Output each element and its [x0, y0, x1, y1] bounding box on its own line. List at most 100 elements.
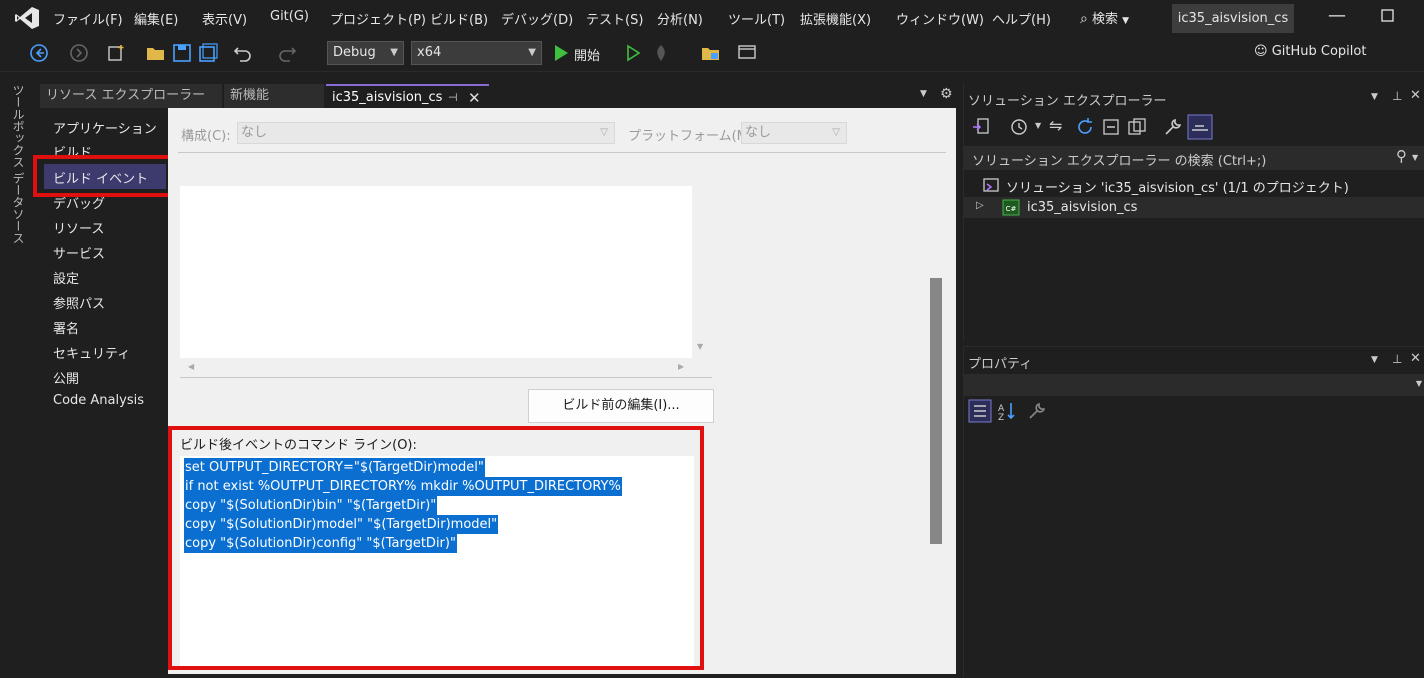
minimize-button[interactable]: —	[1325, 5, 1349, 29]
nav-item-signing[interactable]: 署名	[53, 318, 79, 337]
edit-pre-build-button[interactable]: ビルド前の編集(I)...	[528, 389, 714, 423]
folder-view-icon[interactable]	[700, 42, 722, 64]
start-debug-icon[interactable]	[550, 42, 572, 64]
tab-resource-explorer[interactable]: リソース エクスプローラー	[40, 84, 222, 108]
toolbox-tab[interactable]: ツールボックス	[10, 84, 27, 168]
menu-analyze[interactable]: 分析(N)	[657, 9, 703, 28]
undo-icon[interactable]	[232, 42, 254, 64]
menu-build[interactable]: ビルド(B)	[430, 9, 488, 28]
chevron-down-icon: ▼	[1122, 16, 1130, 26]
close-icon[interactable]: ✕	[1410, 351, 1421, 366]
navigate-forward-icon[interactable]	[68, 42, 90, 64]
menu-debug[interactable]: デバッグ(D)	[501, 9, 573, 28]
sync-icon[interactable]: ⇋	[1049, 116, 1062, 135]
alphabetical-icon[interactable]: AZ	[996, 400, 1018, 422]
chevron-down-icon: ▼	[1415, 379, 1422, 388]
chevron-down-icon[interactable]: ▼	[1412, 153, 1418, 162]
properties-object-select[interactable]: ▼	[964, 374, 1424, 396]
chevron-down-icon: ▼	[528, 47, 536, 58]
configuration-select-value: なし	[241, 125, 268, 140]
pin-icon[interactable]: ⊣	[448, 86, 458, 110]
preview-selected-icon[interactable]	[1187, 114, 1213, 140]
new-project-icon[interactable]	[106, 42, 128, 64]
configuration-combo[interactable]: Debug ▼	[327, 41, 404, 65]
platform-combo[interactable]: x64 ▼	[411, 41, 542, 65]
open-folder-icon[interactable]	[145, 42, 167, 64]
nav-item-application[interactable]: アプリケーション	[53, 118, 157, 137]
nav-item-security[interactable]: セキュリティ	[53, 343, 130, 362]
panel-options-icon[interactable]: ▼	[1371, 92, 1378, 102]
redo-icon[interactable]	[276, 42, 298, 64]
configuration-value: Debug	[333, 45, 376, 60]
panel-options-icon[interactable]: ▼	[1371, 355, 1378, 365]
menu-file[interactable]: ファイル(F)	[53, 9, 123, 28]
menu-extensions[interactable]: 拡張機能(X)	[800, 9, 871, 28]
menu-tools[interactable]: ツール(T)	[728, 9, 785, 28]
copilot-icon: ☺	[1254, 44, 1268, 59]
scroll-right-icon[interactable]: ▶	[678, 362, 684, 371]
save-icon[interactable]	[171, 42, 193, 64]
menu-edit[interactable]: 編集(E)	[134, 9, 178, 28]
solution-explorer-title: ソリューション エクスプローラー	[968, 94, 1167, 109]
collapse-all-icon[interactable]	[1100, 116, 1122, 138]
menu-window[interactable]: ウィンドウ(W)	[896, 9, 984, 28]
chevron-down-icon[interactable]: ▼	[1035, 121, 1041, 130]
categorized-icon[interactable]	[968, 399, 992, 423]
svg-text:Z: Z	[998, 413, 1004, 422]
start-button[interactable]: 開始	[574, 45, 600, 64]
visual-studio-logo-icon[interactable]	[14, 6, 40, 30]
tab-project-properties[interactable]: ic35_aisvision_cs ⊣ ✕	[326, 84, 489, 108]
navigate-back-icon[interactable]	[28, 42, 50, 64]
nav-item-settings[interactable]: 設定	[53, 268, 79, 287]
platform-value: x64	[417, 45, 442, 60]
nav-item-services[interactable]: サービス	[53, 243, 105, 262]
property-pages-wrench-icon[interactable]	[1026, 400, 1048, 422]
nav-item-resources[interactable]: リソース	[53, 218, 104, 237]
menu-view[interactable]: 表示(V)	[202, 9, 247, 28]
pin-icon[interactable]: ⊥	[1392, 352, 1402, 366]
horizontal-scrollbar[interactable]: ◀ ▶	[180, 358, 712, 378]
properties-title: プロパティ	[968, 357, 1033, 372]
nav-item-publish[interactable]: 公開	[53, 368, 79, 387]
menu-help[interactable]: ヘルプ(H)	[992, 9, 1051, 28]
refresh-icon[interactable]	[1074, 116, 1096, 138]
project-node-label: ic35_aisvision_cs	[1027, 200, 1138, 215]
save-all-icon[interactable]	[197, 42, 219, 64]
solution-node[interactable]: ソリューション 'ic35_aisvision_cs' (1/1 のプロジェクト…	[1006, 177, 1349, 196]
solution-icon	[983, 178, 999, 192]
pre-build-command-textarea[interactable]	[180, 186, 692, 358]
vertical-scrollbar-thumb[interactable]	[930, 278, 942, 544]
nav-item-reference-paths[interactable]: 参照パス	[53, 293, 105, 312]
datasource-tab[interactable]: データソース	[10, 172, 27, 244]
window-layout-icon[interactable]	[736, 42, 758, 64]
tab-overflow-icon[interactable]: ▼	[920, 89, 927, 99]
menu-git[interactable]: Git(G)	[270, 9, 309, 24]
menu-project[interactable]: プロジェクト(P)	[330, 9, 426, 28]
tab-whats-new[interactable]: 新機能	[224, 84, 324, 108]
search-icon[interactable]: ⚲	[1396, 147, 1407, 165]
wrench-icon[interactable]	[1162, 116, 1184, 138]
configuration-select: なし ▽	[237, 122, 615, 144]
tab-label: リソース エクスプローラー	[46, 88, 206, 103]
home-icon[interactable]	[970, 116, 992, 138]
menu-test[interactable]: テスト(S)	[586, 9, 643, 28]
history-icon[interactable]	[1008, 116, 1030, 138]
pin-icon[interactable]: ⊥	[1392, 89, 1402, 103]
tab-label: 新機能	[230, 88, 270, 103]
tab-label: ic35_aisvision_cs	[332, 90, 443, 105]
expand-arrow-icon[interactable]: ▷	[976, 200, 984, 211]
close-icon[interactable]: ✕	[468, 86, 481, 110]
global-search[interactable]: ⌕ 検索 ▼	[1080, 8, 1129, 27]
start-without-debug-icon[interactable]	[622, 42, 644, 64]
maximize-button[interactable]	[1380, 8, 1396, 24]
gear-icon[interactable]: ⚙	[940, 86, 953, 102]
scroll-left-icon[interactable]: ◀	[188, 362, 194, 371]
nav-item-code-analysis[interactable]: Code Analysis	[53, 393, 144, 408]
hot-reload-icon[interactable]	[650, 42, 672, 64]
scroll-down-icon[interactable]: ▼	[697, 342, 703, 351]
highlight-box-nav	[33, 155, 176, 197]
platform-select: なし ▽	[741, 122, 847, 144]
show-all-files-icon[interactable]	[1126, 116, 1148, 138]
github-copilot-button[interactable]: ☺ GitHub Copilot	[1254, 44, 1366, 59]
close-icon[interactable]: ✕	[1410, 88, 1421, 103]
